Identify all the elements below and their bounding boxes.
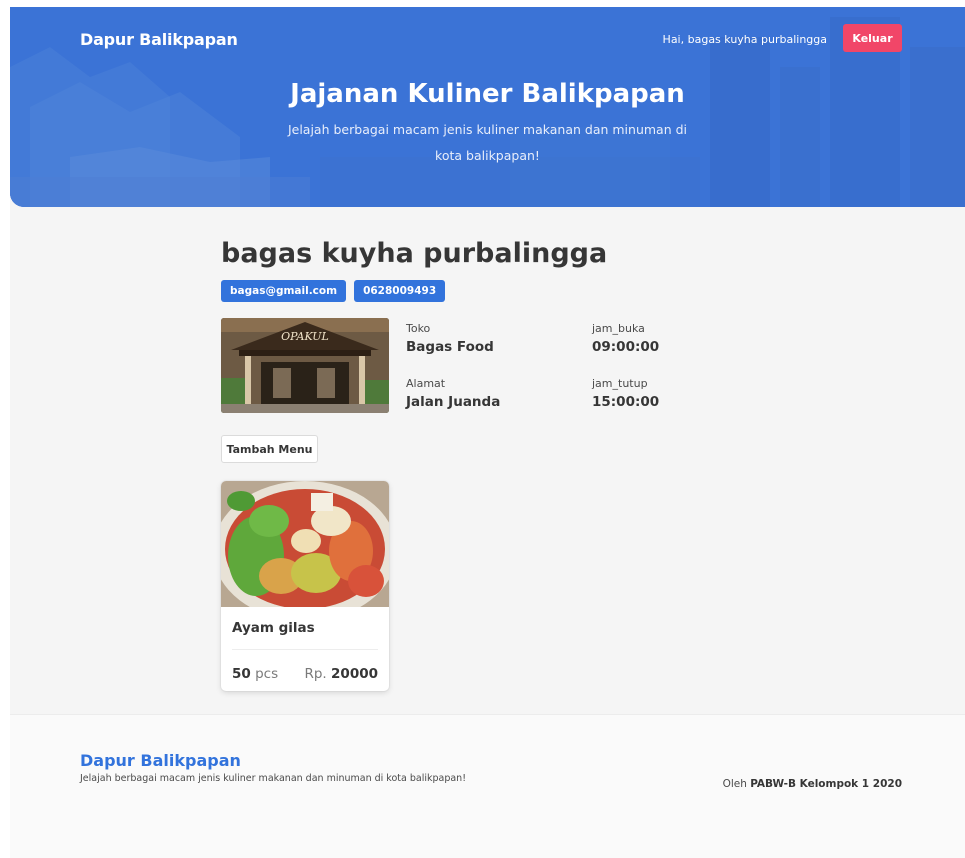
- phone-tag: 0628009493: [354, 280, 446, 302]
- credit-prefix: Oleh: [722, 778, 747, 790]
- hero-subtitle: Jelajah berbagai macam jenis kuliner mak…: [287, 122, 688, 163]
- footer-brand: Dapur Balikpapan: [80, 751, 241, 770]
- email-tag: bagas@gmail.com: [221, 280, 347, 302]
- price-value: 20000: [331, 666, 378, 682]
- close-time-label: jam_tutup: [592, 377, 648, 390]
- open-time-value: 09:00:00: [592, 339, 660, 355]
- user-greeting: Hai, bagas kuyha purbalingga: [662, 33, 827, 46]
- hero-title: Jajanan Kuliner Balikpapan: [290, 79, 685, 109]
- logout-button[interactable]: Keluar: [843, 24, 902, 52]
- open-time-info: jam_buka 09:00:00: [592, 322, 659, 355]
- menu-item-photo: [221, 481, 389, 607]
- store-info: Toko Bagas Food: [406, 322, 494, 355]
- address-value: Jalan Juanda: [406, 394, 501, 410]
- close-time-info: jam_tutup 15:00:00: [592, 377, 659, 410]
- add-menu-button[interactable]: Tambah Menu: [221, 435, 318, 463]
- price-prefix: Rp.: [304, 666, 327, 682]
- footer-credit: Oleh PABW-B Kelompok 1 2020: [723, 778, 902, 790]
- store-label: Toko: [406, 322, 431, 335]
- card-divider: [232, 649, 378, 650]
- contact-tags: bagas@gmail.com 0628009493: [221, 280, 446, 302]
- quantity-value: 50: [232, 666, 251, 682]
- navbar-brand[interactable]: Dapur Balikpapan: [80, 30, 238, 49]
- page: Dapur Balikpapan Hai, bagas kuyha purbal…: [10, 7, 965, 858]
- hero-banner: Dapur Balikpapan Hai, bagas kuyha purbal…: [10, 7, 965, 207]
- menu-item-price: Rp. 20000: [304, 666, 378, 682]
- quantity-unit: pcs: [255, 666, 279, 682]
- store-value: Bagas Food: [406, 339, 494, 355]
- address-label: Alamat: [406, 377, 446, 390]
- credit-name: PABW-B Kelompok 1 2020: [750, 778, 902, 790]
- store-sign-text: OPAKUL: [281, 330, 329, 343]
- menu-item-name: Ayam gilas: [232, 620, 315, 636]
- open-time-label: jam_buka: [592, 322, 645, 335]
- close-time-value: 15:00:00: [592, 394, 660, 410]
- menu-card[interactable]: Ayam gilas 50 pcs Rp. 20000: [221, 481, 389, 691]
- footer: Dapur Balikpapan Jelajah berbagai macam …: [10, 714, 965, 858]
- profile-name: bagas kuyha purbalingga: [221, 238, 608, 269]
- store-photo: OPAKUL: [221, 318, 389, 413]
- address-info: Alamat Jalan Juanda: [406, 377, 500, 410]
- menu-item-quantity: 50 pcs: [232, 666, 278, 682]
- footer-description: Jelajah berbagai macam jenis kuliner mak…: [80, 773, 467, 784]
